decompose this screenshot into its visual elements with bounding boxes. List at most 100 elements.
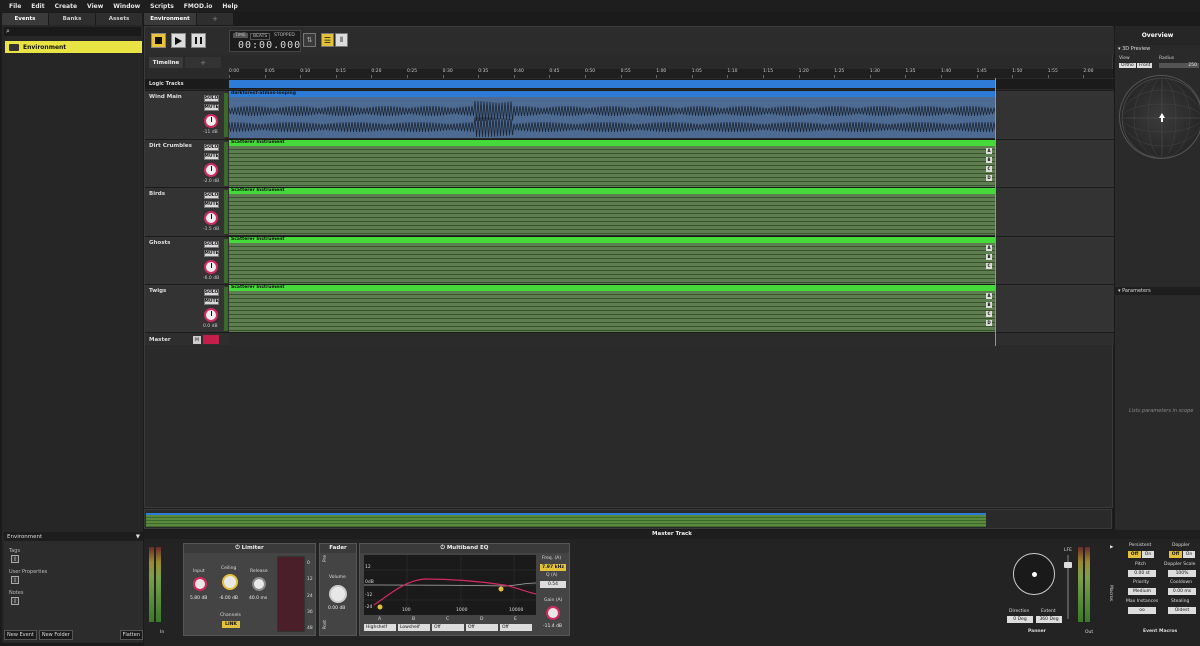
track-lane[interactable]: Scatterer Instrument A B C (229, 236, 995, 285)
instrument-block-body[interactable] (229, 145, 995, 187)
link-button[interactable]: LINK (222, 621, 240, 628)
doppler-off-button[interactable]: Off (1169, 551, 1182, 558)
solo-button[interactable]: SOLO (204, 95, 219, 102)
volume-knob[interactable] (204, 211, 218, 225)
volume-knob[interactable] (204, 162, 218, 177)
play-button[interactable] (171, 33, 186, 48)
mute-button[interactable]: MUTE (204, 201, 219, 208)
q-input[interactable]: 0.54 (540, 581, 566, 588)
doppler-scale-input[interactable]: 100% (1168, 570, 1196, 577)
stealing-dropdown[interactable]: Oldest (1168, 607, 1196, 614)
tags-info-icon[interactable]: I (11, 555, 19, 563)
track-lane[interactable]: Scatterer Instrument A B C D (229, 285, 995, 333)
tab-events[interactable]: Events (2, 13, 49, 25)
new-folder-button[interactable]: New Folder (38, 630, 73, 640)
track-header[interactable]: Wind Main SOLO MUTE -11 dB (145, 91, 225, 139)
panner-position-dot[interactable] (1032, 572, 1037, 577)
stop-button[interactable] (151, 33, 166, 48)
user-properties-info-icon[interactable]: I (11, 576, 19, 584)
search-input[interactable]: ⌕ (4, 27, 141, 36)
loop-region[interactable] (229, 80, 995, 88)
chevron-down-icon[interactable]: ▼ (136, 534, 140, 540)
add-parameter-tab-button[interactable]: + (185, 57, 221, 68)
timeline-view-button[interactable]: ☰ (321, 33, 334, 47)
playlist-entry-marker[interactable]: A (986, 244, 992, 251)
eq-band-mode-dropdown[interactable]: Off (432, 624, 464, 631)
mute-button[interactable]: MUTE (204, 104, 219, 111)
solo-button[interactable]: SOLO (204, 192, 219, 199)
pause-button[interactable] (191, 33, 206, 48)
solo-button[interactable]: SOLO (204, 240, 219, 248)
mute-button[interactable]: MUTE (204, 298, 219, 305)
new-event-button[interactable]: New Event (4, 630, 37, 640)
playlist-entry-marker[interactable]: D (986, 174, 992, 181)
front-button[interactable]: Front (1137, 63, 1153, 68)
3d-preview-header[interactable]: ▾ 3D Preview (1115, 45, 1200, 53)
ortho-button[interactable]: Ortho (1119, 63, 1136, 68)
freq-input[interactable]: 7.97 kHz (540, 564, 566, 571)
track-header[interactable]: Twigs SOLO MUTE 0.0 dB (145, 285, 225, 333)
instrument-block-body[interactable] (229, 291, 995, 332)
pitch-input[interactable]: 0.00 st (1128, 570, 1156, 577)
persistent-on-button[interactable]: On (1142, 551, 1154, 558)
timeline-overview[interactable] (144, 509, 1112, 529)
playlist-entry-marker[interactable]: B (986, 302, 992, 308)
volume-knob[interactable] (204, 114, 218, 128)
playlist-entry-marker[interactable]: B (986, 156, 992, 163)
eq-band-mode-dropdown[interactable]: Highshelf (364, 624, 396, 631)
menu-edit[interactable]: Edit (26, 3, 49, 10)
menu-create[interactable]: Create (50, 3, 82, 10)
volume-knob[interactable] (204, 259, 218, 274)
volume-knob[interactable] (204, 308, 218, 322)
track-header[interactable]: Birds SOLO MUTE -1.5 dB (145, 188, 225, 236)
eq-band-mode-dropdown[interactable]: Off (466, 624, 498, 631)
event-item-environment[interactable]: Environment (5, 41, 142, 53)
doppler-on-button[interactable]: On (1183, 551, 1195, 558)
instrument-block-body[interactable] (228, 97, 996, 138)
playlist-entry-marker[interactable]: A (986, 293, 992, 299)
mute-button[interactable]: MUTE (204, 152, 219, 160)
extent-input[interactable]: 360 Deg (1036, 616, 1062, 623)
cooldown-input[interactable]: 0.00 ms (1168, 588, 1196, 595)
macros-play-icon[interactable]: ▶ (1110, 545, 1113, 550)
time-mode-beats[interactable]: BEATS (250, 33, 271, 40)
tab-assets[interactable]: Assets (96, 13, 143, 25)
instrument-block-body[interactable] (229, 194, 995, 235)
track-lane[interactable]: darkforest-atmos-looping (228, 91, 996, 139)
eq-graph[interactable]: 12 0dB -12 -24 100 1000 10000 (363, 555, 537, 615)
menu-view[interactable]: View (82, 3, 108, 10)
timeline-ruler[interactable]: 0:00 0:05 0:10 0:15 0:20 0:25 0:30 0:35 0:40 0:45… (229, 69, 1113, 78)
tab-timeline[interactable]: Timeline (149, 57, 183, 68)
menu-scripts[interactable]: Scripts (145, 3, 179, 10)
track-header[interactable]: Ghosts SOLO MUTE -6.0 dB (145, 236, 225, 285)
loop-toggle[interactable]: ⇅ (303, 33, 316, 47)
eq-band-mode-dropdown[interactable]: Lowshelf (398, 624, 430, 631)
persistent-off-button[interactable]: Off (1128, 551, 1141, 558)
tab-banks[interactable]: Banks (49, 13, 96, 25)
master-mute-button[interactable]: M (193, 336, 201, 344)
track-header[interactable]: Dirt Crumbles SOLO MUTE -2.0 dB (145, 139, 225, 188)
playlist-entry-marker[interactable]: C (986, 262, 992, 269)
playlist-entry-marker[interactable]: B (986, 253, 992, 260)
parameters-header[interactable]: ▾ Parameters (1115, 287, 1200, 295)
volume-knob[interactable] (329, 585, 347, 603)
panner-circle[interactable] (1013, 553, 1055, 595)
document-tab-environment[interactable]: Environment (144, 13, 196, 25)
track-lane[interactable]: Scatterer Instrument (229, 188, 995, 236)
gain-knob[interactable] (546, 606, 560, 620)
master-fader[interactable] (203, 335, 219, 344)
menu-file[interactable]: File (4, 3, 26, 10)
playlist-entry-marker[interactable]: D (986, 320, 992, 326)
menu-window[interactable]: Window (108, 3, 145, 10)
eq-band-mode-dropdown[interactable]: Off (500, 624, 532, 631)
release-knob[interactable] (252, 577, 266, 591)
playlist-entry-marker[interactable]: A (986, 147, 992, 154)
direction-input[interactable]: 0 Deg (1007, 616, 1033, 623)
solo-button[interactable]: SOLO (204, 289, 219, 296)
input-knob[interactable] (193, 577, 207, 591)
radius-input[interactable]: 250 (1159, 63, 1199, 68)
menu-fmodio[interactable]: FMOD.io (179, 3, 218, 10)
track-lane[interactable]: Scatterer Instrument A B C D (229, 139, 995, 188)
menu-help[interactable]: Help (217, 3, 242, 10)
time-mode-time[interactable]: TIME (233, 33, 248, 38)
